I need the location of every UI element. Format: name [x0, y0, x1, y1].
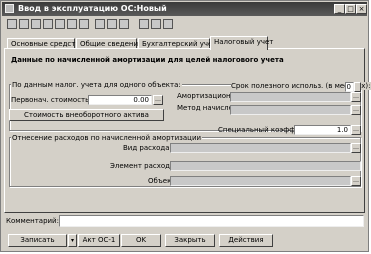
close-button[interactable]: × [356, 4, 367, 14]
record-button[interactable]: Записать [8, 234, 67, 247]
actions-button[interactable]: Действия [219, 234, 273, 247]
expense-element-label: Элемент расхода: [110, 162, 177, 170]
table-icon[interactable] [31, 19, 41, 29]
expense-allocation-title: Отнесение расходов по начисленной аморти… [11, 134, 203, 142]
minimize-button[interactable]: _ [334, 4, 345, 14]
copy-icon[interactable] [7, 19, 17, 29]
report-icon[interactable] [95, 19, 105, 29]
doc-icon[interactable] [43, 19, 53, 29]
section-heading: Данные по начисленной амортизации для це… [11, 56, 284, 64]
toolbar [2, 17, 367, 32]
tax-data-group-title: По данным налог. учета для одного объект… [11, 81, 182, 89]
coefficient-calc-button[interactable]: … [351, 125, 361, 135]
amort-method-select-button[interactable]: … [351, 105, 361, 115]
expense-element-field[interactable] [170, 161, 361, 171]
filter-icon[interactable] [79, 19, 89, 29]
structure-icon[interactable] [55, 19, 65, 29]
app-icon [5, 4, 14, 13]
amort-group-select-button[interactable]: … [351, 92, 361, 102]
expense-type-label: Вид расхода: [123, 144, 172, 152]
ok-button[interactable]: OK [121, 234, 161, 247]
pointer-help-icon[interactable] [163, 19, 173, 29]
expense-type-select-button[interactable]: … [351, 143, 361, 153]
help-icon[interactable] [151, 19, 161, 29]
object-field[interactable] [170, 176, 351, 186]
initial-cost-field[interactable]: 0.00 [88, 95, 152, 105]
useful-life-spin-button[interactable] [354, 82, 361, 92]
arrow-down-icon[interactable] [107, 19, 117, 29]
comment-field[interactable] [59, 215, 364, 227]
initial-cost-label: Первонач. стоимость: [11, 96, 92, 104]
list-icon[interactable] [19, 19, 29, 29]
object-select-button[interactable]: … [351, 176, 361, 186]
maximize-button[interactable]: □ [345, 4, 356, 14]
comment-label: Комментарий: [6, 217, 59, 225]
tab-panel: Данные по начисленной амортизации для це… [4, 48, 371, 213]
asset-cost-button[interactable]: Стоимость внеоборотного актива [9, 109, 164, 121]
act-os1-button[interactable]: Акт ОС-1 [78, 234, 120, 247]
document-window: Ввод в эксплуатацию ОС:Новый _ □ × Основ… [0, 0, 371, 252]
calculator-button[interactable]: … [153, 95, 163, 105]
coefficient-field[interactable]: 1.0 [294, 125, 351, 135]
reload-icon[interactable] [139, 19, 149, 29]
amort-group-field[interactable] [230, 92, 351, 102]
close-form-button[interactable]: Закрыть [165, 234, 215, 247]
record-menu-button[interactable]: ▾ [68, 234, 77, 247]
expense-type-field[interactable] [170, 143, 351, 153]
window-title: Ввод в эксплуатацию ОС:Новый [18, 4, 167, 13]
useful-life-field[interactable]: 0 [345, 82, 354, 92]
movement-icon[interactable] [67, 19, 77, 29]
title-bar: Ввод в эксплуатацию ОС:Новый _ □ × [2, 2, 367, 16]
arrow-up-icon[interactable] [119, 19, 129, 29]
amort-method-field[interactable] [230, 105, 351, 115]
tab-tax-accounting[interactable]: Налоговый учет [210, 36, 273, 50]
